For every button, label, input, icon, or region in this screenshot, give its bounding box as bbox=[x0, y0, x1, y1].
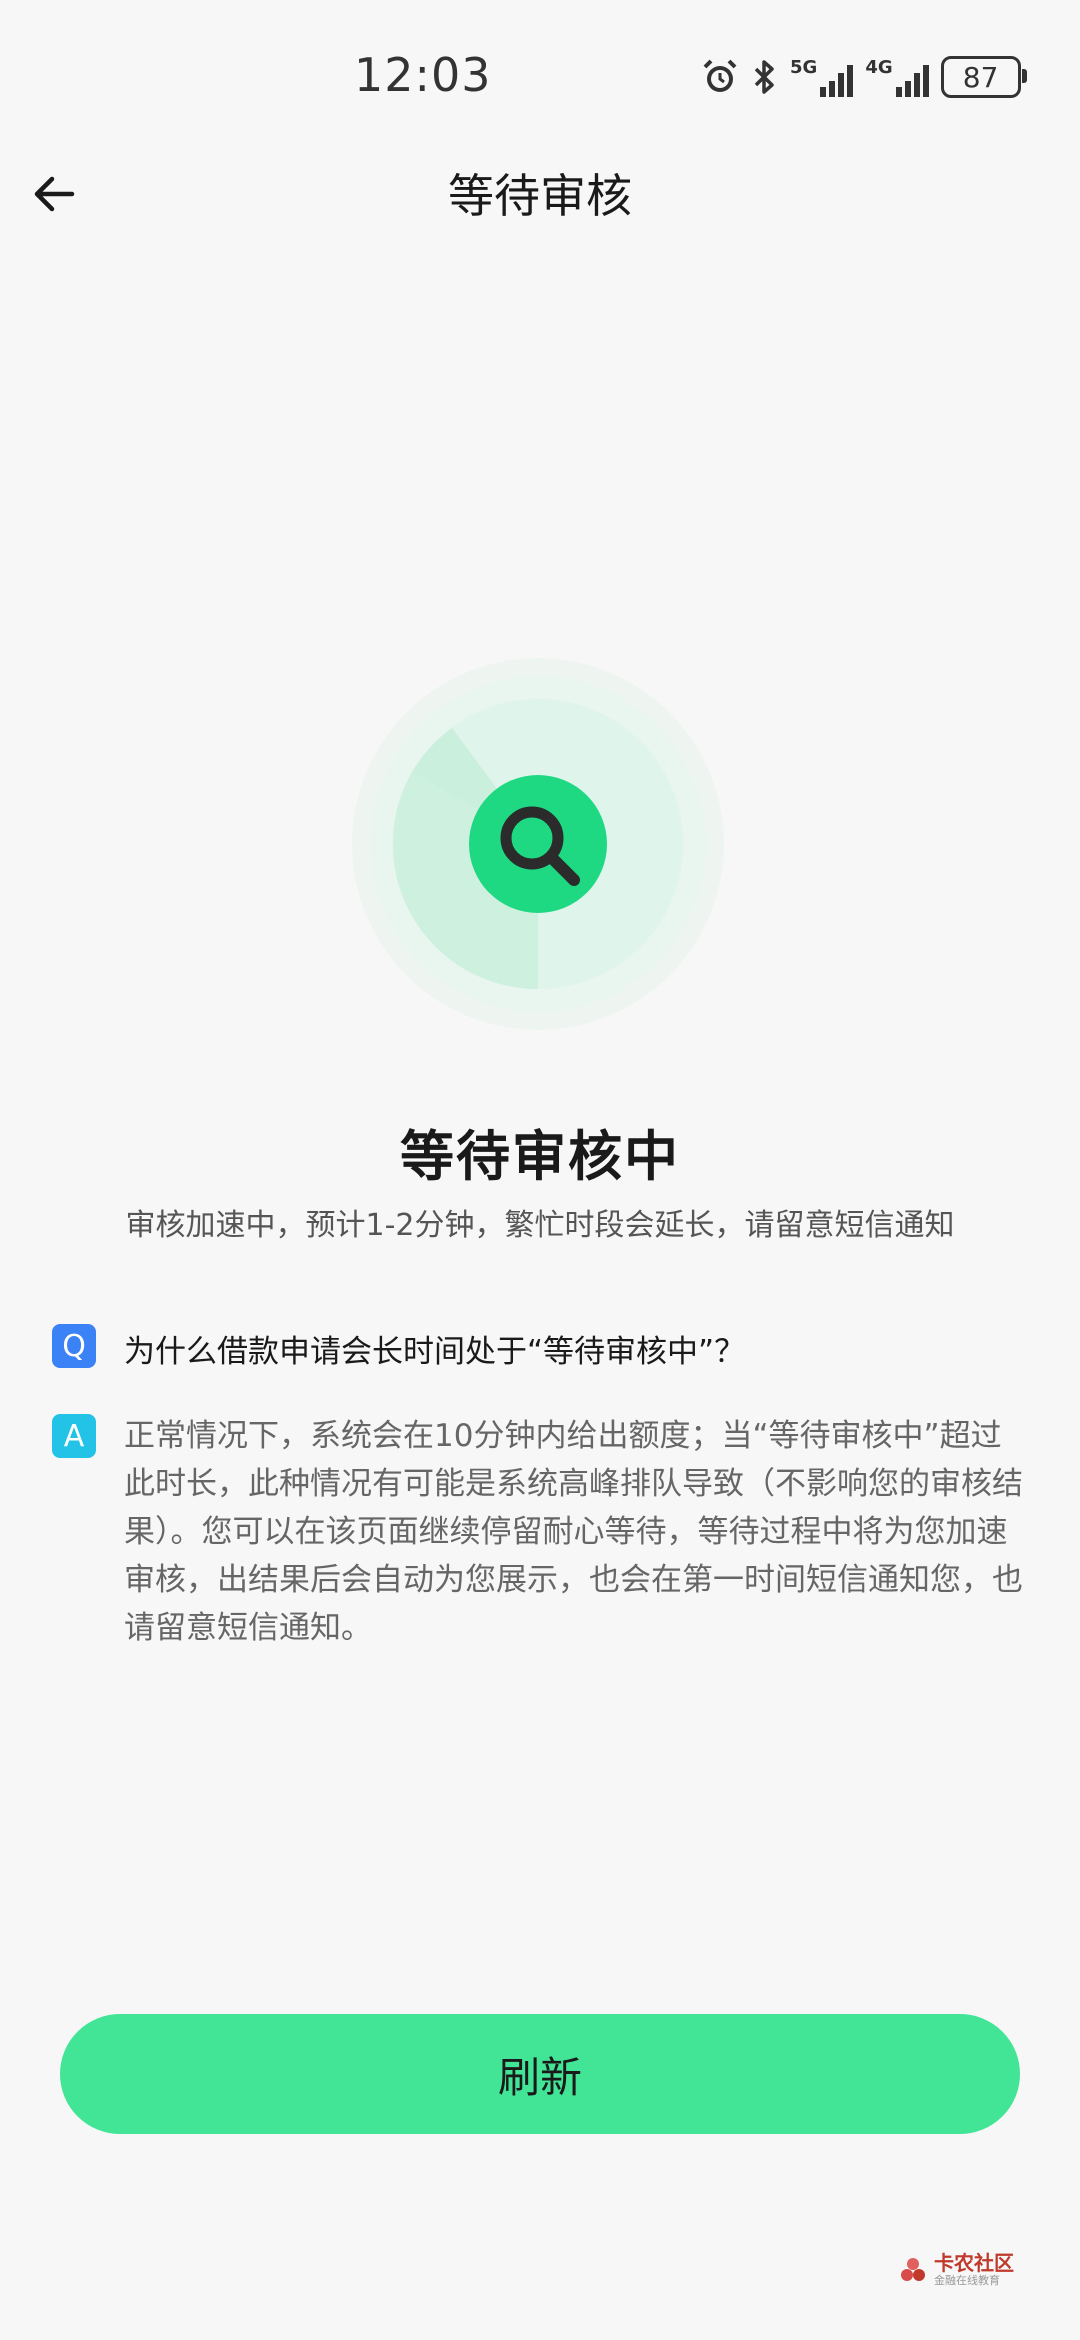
status-time: 12:03 bbox=[354, 48, 492, 102]
status-subtitle: 审核加速中，预计1-2分钟，繁忙时段会延长，请留意短信通知 bbox=[125, 1208, 955, 1243]
status-icons: 5G 4G 87 bbox=[700, 52, 1027, 102]
watermark-sub: 金融在线教育 bbox=[934, 2274, 1000, 2287]
answer-badge: A bbox=[52, 1414, 96, 1458]
bluetooth-icon bbox=[754, 60, 774, 94]
answer-line: 正常情况下，系统会在10分钟内给出额度；当“等待审核中”超过 bbox=[124, 1418, 1002, 1454]
answer-line: 审核，出结果后会自动为您展示，也会在第一时间短信通知您，也 bbox=[124, 1562, 1023, 1598]
watermark: 卡农社区 金融在线教育 bbox=[898, 2252, 1014, 2288]
battery-level: 87 bbox=[962, 60, 999, 94]
signal-5g-icon: 5G bbox=[790, 57, 854, 97]
network-type-1: 5G bbox=[790, 57, 818, 78]
watermark-logo-icon bbox=[901, 2258, 925, 2281]
faq-answer: 正常情况下，系统会在10分钟内给出额度；当“等待审核中”超过 此时长，此种情况有… bbox=[124, 1412, 1024, 1652]
refresh-button[interactable]: 刷新 bbox=[60, 2014, 1020, 2134]
answer-line: 此时长，此种情况有可能是系统高峰排队导致（不影响您的审核结 bbox=[124, 1466, 1023, 1502]
page-title: 等待审核 bbox=[448, 169, 632, 223]
status-title: 等待审核中 bbox=[400, 1125, 680, 1188]
battery-icon: 87 bbox=[940, 56, 1027, 98]
faq-question: 为什么借款申请会长时间处于“等待审核中”？ bbox=[124, 1334, 746, 1370]
answer-line: 果）。您可以在该页面继续停留耐心等待，等待过程中将为您加速 bbox=[124, 1514, 1008, 1550]
search-icon-bg bbox=[469, 775, 607, 913]
signal-4g-icon: 4G bbox=[865, 57, 929, 97]
answer-line: 请留意短信通知。 bbox=[124, 1610, 372, 1646]
question-badge: Q bbox=[52, 1324, 96, 1368]
alarm-icon bbox=[703, 59, 737, 92]
network-type-2: 4G bbox=[865, 57, 893, 78]
searching-radar bbox=[352, 658, 724, 1030]
watermark-main: 卡农社区 bbox=[934, 2251, 1014, 2275]
